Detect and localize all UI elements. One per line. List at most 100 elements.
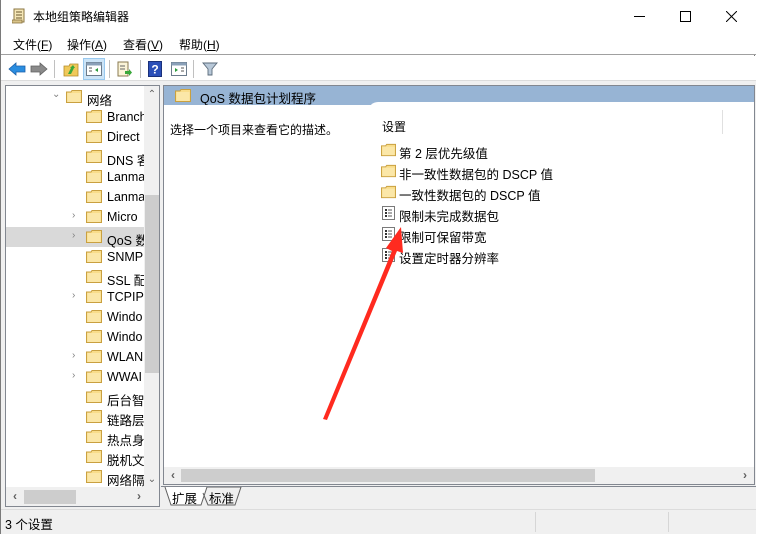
tree-item[interactable]: › Micro	[6, 207, 144, 227]
chevron-down-icon[interactable]: ⌄	[52, 89, 62, 101]
tree-item[interactable]: ⌄ 网络	[6, 87, 144, 108]
status-bar: 3 个设置	[1, 509, 756, 534]
export-list-button[interactable]	[114, 58, 136, 80]
show-hide-action-pane-button[interactable]	[168, 58, 190, 80]
tree-item-label: TCPIP	[107, 290, 144, 304]
folder-icon	[175, 89, 191, 102]
menu-view-paren: )	[159, 38, 164, 52]
forward-icon	[30, 62, 48, 76]
scroll-up-icon[interactable]: ⌃	[144, 86, 159, 102]
menu-file[interactable]: 文件(F)	[13, 36, 52, 53]
tree-item-label: Branch	[107, 110, 147, 124]
maximize-button[interactable]	[662, 0, 708, 32]
details-horizontal-scrollbar[interactable]: ‹ ›	[164, 467, 754, 484]
tree-item[interactable]: Windo	[6, 307, 144, 327]
status-divider	[535, 512, 536, 532]
status-divider	[668, 512, 669, 532]
setting-item-label: 限制可保留带宽	[399, 231, 487, 245]
description-pane: 选择一个项目来查看它的描述。	[164, 105, 368, 467]
folder-icon	[86, 150, 102, 163]
toolbar-separator	[54, 60, 55, 78]
window-title: 本地组策略编辑器	[33, 10, 130, 24]
tree-item[interactable]: › QoS 数	[6, 227, 148, 248]
tree-item[interactable]: Windo	[6, 327, 144, 347]
column-divider[interactable]	[722, 110, 723, 134]
tree-item[interactable]: SNMP	[6, 247, 144, 267]
scroll-right-icon[interactable]: ›	[132, 489, 146, 503]
close-button[interactable]	[708, 0, 754, 32]
status-text: 3 个设置	[5, 518, 53, 532]
tree-item[interactable]: 热点身	[6, 427, 145, 448]
filter-button[interactable]	[199, 58, 221, 80]
folder-icon	[86, 230, 102, 243]
tree-item[interactable]: Lanma	[6, 187, 145, 207]
scroll-down-icon[interactable]: ⌄	[144, 471, 159, 487]
menu-file-paren: )	[48, 38, 53, 52]
forward-button[interactable]	[28, 58, 50, 80]
tree-item[interactable]: Branch	[6, 107, 147, 127]
chevron-right-icon[interactable]: ›	[72, 350, 82, 362]
title-bar: 本地组策略编辑器	[1, 0, 756, 32]
tree-item[interactable]: 脱机文	[6, 447, 145, 468]
minimize-icon	[633, 15, 645, 17]
tree-item[interactable]: 后台智	[6, 387, 145, 408]
minimize-button[interactable]	[616, 0, 662, 32]
folder-icon	[381, 185, 396, 199]
settings-list: 设置 第 2 层优先级值 非一致性数据包的 DSCP 值一致性数据包的 DSCP …	[368, 102, 754, 464]
folder-icon	[86, 190, 102, 203]
toolbar: ?	[1, 56, 756, 81]
toolbar-separator	[109, 60, 110, 78]
tab-extended[interactable]: 扩展	[172, 487, 197, 507]
scrollbar-thumb[interactable]	[145, 195, 159, 373]
group-policy-editor-window: 本地组策略编辑器 文件(F) 操作(A) 查看(V) 帮助(H) ? ⌄ 网络 …	[0, 0, 756, 534]
chevron-right-icon[interactable]: ›	[72, 370, 82, 382]
setting-item-label: 一致性数据包的 DSCP 值	[399, 189, 541, 203]
back-button[interactable]	[6, 58, 28, 80]
tree-horizontal-scrollbar[interactable]: ‹ ›	[6, 487, 159, 506]
show-hide-console-tree-icon	[86, 62, 102, 76]
menu-action-paren: )	[103, 38, 108, 52]
scrollbar-thumb[interactable]	[181, 469, 595, 482]
up-one-level-button[interactable]	[60, 58, 82, 80]
chevron-right-icon[interactable]: ›	[72, 290, 82, 302]
tree-item[interactable]: Lanma	[6, 167, 146, 187]
up-folder-icon	[63, 63, 79, 76]
tree-vertical-scrollbar[interactable]: ⌃ ⌄	[144, 86, 159, 487]
menu-action[interactable]: 操作(A)	[67, 36, 107, 53]
tree-item-label: Lanma	[107, 170, 146, 184]
chevron-right-icon[interactable]: ›	[72, 210, 82, 222]
folder-icon	[86, 290, 102, 303]
tree-item[interactable]: 网络隔	[6, 467, 145, 488]
folder-icon	[86, 210, 102, 223]
setting-item-label: 第 2 层优先级值	[399, 147, 488, 161]
tree-item[interactable]: SSL 配	[6, 267, 146, 288]
column-header-setting[interactable]: 设置	[382, 118, 406, 135]
policy-setting-icon	[382, 248, 395, 262]
chevron-right-icon[interactable]: ›	[72, 230, 82, 242]
scroll-left-icon[interactable]: ‹	[8, 489, 22, 503]
scroll-right-icon[interactable]: ›	[738, 468, 752, 482]
help-icon: ?	[148, 61, 162, 77]
tab-standard[interactable]: 标准	[209, 487, 234, 507]
menu-action-accesskey: A	[95, 38, 104, 52]
menu-bar: 文件(F) 操作(A) 查看(V) 帮助(H)	[1, 32, 756, 55]
tree-item[interactable]: Direct	[6, 127, 144, 147]
tree-item[interactable]: 链路层	[6, 407, 145, 428]
tree-item[interactable]: › WWAI	[6, 367, 144, 387]
folder-icon	[86, 350, 102, 363]
view-tabs: 扩展 标准	[161, 486, 756, 508]
tree-item[interactable]: DNS 客	[6, 147, 149, 168]
menu-help[interactable]: 帮助(H)	[179, 36, 220, 53]
menu-file-label: 文件(	[13, 38, 41, 52]
scroll-left-icon[interactable]: ‹	[166, 468, 180, 482]
tree-item[interactable]: › WLAN	[6, 347, 144, 367]
menu-action-label: 操作(	[67, 38, 95, 52]
maximize-icon	[679, 10, 691, 22]
menu-view[interactable]: 查看(V)	[123, 36, 163, 53]
help-button[interactable]: ?	[144, 58, 166, 80]
scrollbar-thumb[interactable]	[24, 490, 76, 504]
show-hide-console-tree-button[interactable]	[83, 58, 105, 80]
folder-icon	[381, 164, 396, 178]
menu-view-label: 查看(	[123, 38, 151, 52]
tree-item[interactable]: › TCPIP	[6, 287, 144, 307]
